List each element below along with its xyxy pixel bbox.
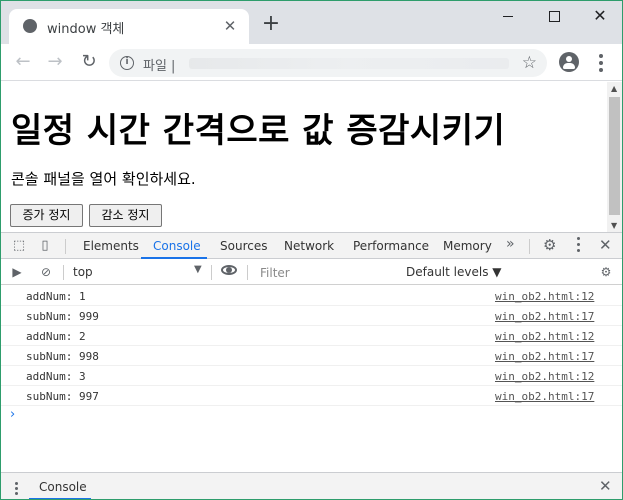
tab-sources[interactable]: Sources — [220, 239, 267, 253]
page-viewport: 일정 시간 간격으로 값 증감시키기 콘솔 패널을 열어 확인하세요. 증가 정… — [1, 82, 607, 232]
tab-close-icon[interactable]: ✕ — [221, 17, 239, 35]
inspect-element-icon[interactable]: ⬚ — [10, 237, 28, 255]
profile-icon[interactable] — [559, 52, 579, 72]
log-message: addNum: 1 — [26, 290, 86, 303]
tab-memory[interactable]: Memory — [443, 239, 492, 253]
console-toolbar: ▶ ⊘ top ▼ Filter Default levels ▼ ⚙ — [1, 260, 622, 285]
stop-increase-button[interactable]: 증가 정지 — [10, 204, 83, 227]
new-tab-button[interactable]: + — [259, 13, 283, 37]
tab-performance[interactable]: Performance — [353, 239, 429, 253]
drawer-menu-icon[interactable] — [15, 482, 19, 496]
reload-icon[interactable]: ↻ — [77, 50, 101, 74]
divider — [247, 265, 248, 280]
context-selector[interactable]: top — [73, 265, 93, 279]
log-message: subNum: 997 — [26, 390, 99, 403]
devtools-close-icon[interactable]: ✕ — [599, 236, 612, 254]
divider — [63, 265, 64, 280]
sidebar-toggle-icon[interactable]: ▶ — [9, 264, 25, 280]
console-output: addNum: 1 win_ob2.html:12 subNum: 999 wi… — [1, 286, 622, 472]
active-tab-indicator — [141, 257, 207, 259]
drawer-tab-console[interactable]: Console — [39, 480, 87, 494]
tab-title: window 객체 — [47, 22, 125, 37]
divider — [529, 239, 530, 254]
address-bar[interactable]: i 파일 | ☆ — [109, 49, 547, 77]
log-source-link[interactable]: win_ob2.html:12 — [495, 370, 594, 383]
divider — [65, 239, 66, 254]
console-log-row: subNum: 998 win_ob2.html:17 — [1, 346, 622, 366]
drawer-close-icon[interactable]: ✕ — [599, 477, 612, 495]
scroll-down-icon[interactable]: ▼ — [611, 221, 617, 230]
devtools-menu-icon[interactable] — [577, 237, 581, 255]
log-message: subNum: 998 — [26, 350, 99, 363]
clear-console-icon[interactable]: ⊘ — [38, 264, 54, 280]
log-levels-dropdown[interactable]: Default levels ▼ — [406, 265, 502, 279]
browser-window: window 객체 ✕ + ✕ ← → ↻ i 파일 | ☆ 일정 시간 간격으… — [0, 0, 623, 500]
console-log-row: addNum: 2 win_ob2.html:12 — [1, 326, 622, 346]
scrollbar-thumb[interactable] — [609, 97, 620, 215]
log-source-link[interactable]: win_ob2.html:17 — [495, 350, 594, 363]
devtools-drawer: Console ✕ — [1, 472, 622, 499]
more-tabs-icon[interactable]: » — [506, 236, 515, 252]
minimize-button[interactable] — [485, 5, 531, 27]
console-log-row: addNum: 1 win_ob2.html:12 — [1, 286, 622, 306]
log-source-link[interactable]: win_ob2.html:17 — [495, 390, 594, 403]
log-message: addNum: 3 — [26, 370, 86, 383]
globe-icon — [23, 19, 37, 33]
address-url-blurred — [189, 58, 509, 69]
console-log-row: subNum: 997 win_ob2.html:17 — [1, 386, 622, 406]
log-source-link[interactable]: win_ob2.html:17 — [495, 310, 594, 323]
page-instruction: 콘솔 패널을 열어 확인하세요. — [11, 170, 196, 188]
forward-icon[interactable]: → — [43, 50, 67, 74]
log-message: addNum: 2 — [26, 330, 86, 343]
maximize-button[interactable] — [531, 5, 577, 27]
page-heading: 일정 시간 간격으로 값 증감시키기 — [11, 111, 506, 151]
tab-network[interactable]: Network — [284, 239, 334, 253]
browser-tab[interactable]: window 객체 ✕ — [9, 9, 249, 44]
console-log-row: addNum: 3 win_ob2.html:12 — [1, 366, 622, 386]
console-settings-gear-icon[interactable]: ⚙ — [598, 264, 614, 280]
stop-decrease-button[interactable]: 감소 정지 — [89, 204, 162, 227]
device-toolbar-icon[interactable]: ▯ — [36, 237, 54, 255]
filter-input[interactable]: Filter — [255, 263, 397, 282]
address-scheme: 파일 | — [143, 59, 176, 74]
log-message: subNum: 999 — [26, 310, 99, 323]
chevron-down-icon[interactable]: ▼ — [194, 264, 202, 275]
scroll-up-icon[interactable]: ▲ — [611, 84, 617, 93]
tab-console[interactable]: Console — [153, 239, 201, 253]
console-prompt-icon[interactable]: › — [10, 407, 15, 422]
tab-strip: window 객체 ✕ + ✕ — [1, 1, 622, 44]
info-icon[interactable]: i — [120, 56, 134, 70]
settings-gear-icon[interactable]: ⚙ — [543, 236, 556, 254]
menu-icon[interactable] — [597, 53, 605, 73]
devtools-tabbar: ⬚ ▯ Elements Console Sources Network Per… — [1, 232, 622, 259]
console-log-row: subNum: 999 win_ob2.html:17 — [1, 306, 622, 326]
tab-elements[interactable]: Elements — [83, 239, 139, 253]
page-scrollbar[interactable]: ▲ ▼ — [607, 82, 622, 232]
window-close-button[interactable]: ✕ — [577, 5, 622, 27]
log-source-link[interactable]: win_ob2.html:12 — [495, 290, 594, 303]
browser-toolbar: ← → ↻ i 파일 | ☆ — [1, 44, 622, 81]
log-source-link[interactable]: win_ob2.html:12 — [495, 330, 594, 343]
back-icon[interactable]: ← — [11, 50, 35, 74]
live-expression-eye-icon[interactable] — [221, 265, 237, 275]
divider — [211, 265, 212, 280]
star-icon[interactable]: ☆ — [522, 53, 537, 73]
